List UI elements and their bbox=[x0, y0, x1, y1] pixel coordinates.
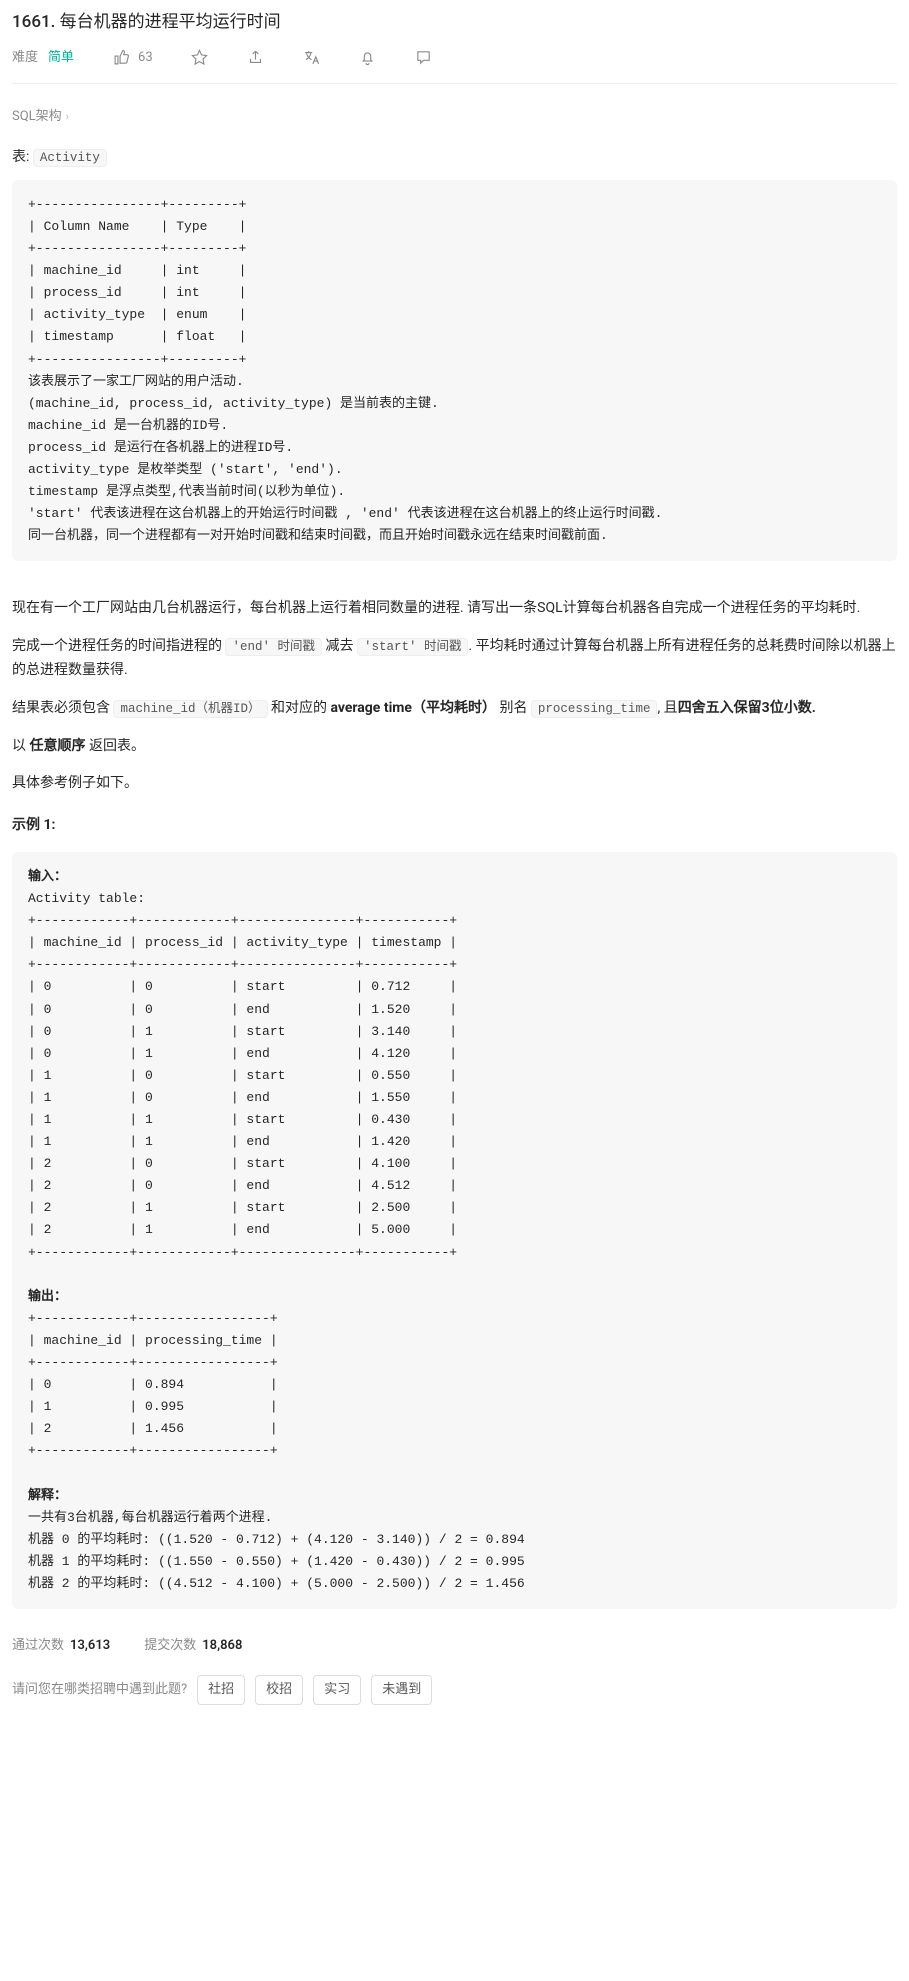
stats-bar: 通过次数13,613 提交次数18,868 bbox=[12, 1635, 897, 1657]
difficulty: 难度 简单 bbox=[12, 47, 74, 69]
table-name-code: Activity bbox=[33, 149, 107, 167]
problem-description: 表: Activity +----------------+---------+… bbox=[12, 146, 897, 1609]
survey-question: 请问您在哪类招聘中遇到此题? bbox=[12, 1679, 187, 1701]
translate-button[interactable] bbox=[303, 49, 321, 67]
survey-option[interactable]: 实习 bbox=[313, 1675, 361, 1705]
like-button[interactable]: 63 bbox=[112, 47, 153, 69]
likes-count: 63 bbox=[138, 47, 153, 69]
problem-title: 1661. 每台机器的进程平均运行时间 bbox=[12, 0, 897, 47]
survey-row: 请问您在哪类招聘中遇到此题? 社招 校招 实习 未遇到 bbox=[12, 1675, 897, 1705]
submissions-stat: 提交次数18,868 bbox=[144, 1635, 242, 1657]
sql-schema-link[interactable]: SQL架构 › bbox=[12, 106, 69, 128]
notification-button[interactable] bbox=[359, 49, 377, 67]
survey-option[interactable]: 社招 bbox=[197, 1675, 245, 1705]
paragraph-1: 现在有一个工厂网站由几台机器运行，每台机器上运行着相同数量的进程. 请写出一条S… bbox=[12, 597, 897, 621]
schema-block: +----------------+---------+ | Column Na… bbox=[12, 180, 897, 562]
share-button[interactable] bbox=[247, 49, 265, 67]
paragraph-4: 以 任意顺序 返回表。 bbox=[12, 735, 897, 759]
difficulty-label: 难度 bbox=[12, 47, 38, 69]
favorite-button[interactable] bbox=[191, 49, 209, 67]
paragraph-2: 完成一个进程任务的时间指进程的 'end' 时间戳 减去 'start' 时间戳… bbox=[12, 635, 897, 683]
accepted-stat: 通过次数13,613 bbox=[12, 1635, 110, 1657]
difficulty-value: 简单 bbox=[48, 47, 74, 69]
feedback-button[interactable] bbox=[415, 49, 433, 67]
thumbs-up-icon bbox=[112, 49, 130, 67]
paragraph-5: 具体参考例子如下。 bbox=[12, 772, 897, 796]
meta-bar: 难度 简单 63 bbox=[12, 47, 897, 84]
example-heading: 示例 1: bbox=[12, 814, 897, 838]
survey-option[interactable]: 校招 bbox=[255, 1675, 303, 1705]
paragraph-3: 结果表必须包含 machine_id（机器ID） 和对应的 average ti… bbox=[12, 697, 897, 721]
survey-option[interactable]: 未遇到 bbox=[371, 1675, 432, 1705]
table-intro: 表: Activity bbox=[12, 146, 897, 170]
example-block: 输入： Activity table: +------------+------… bbox=[12, 852, 897, 1609]
chevron-right-icon: › bbox=[66, 108, 69, 127]
sql-schema-label: SQL架构 bbox=[12, 106, 62, 128]
